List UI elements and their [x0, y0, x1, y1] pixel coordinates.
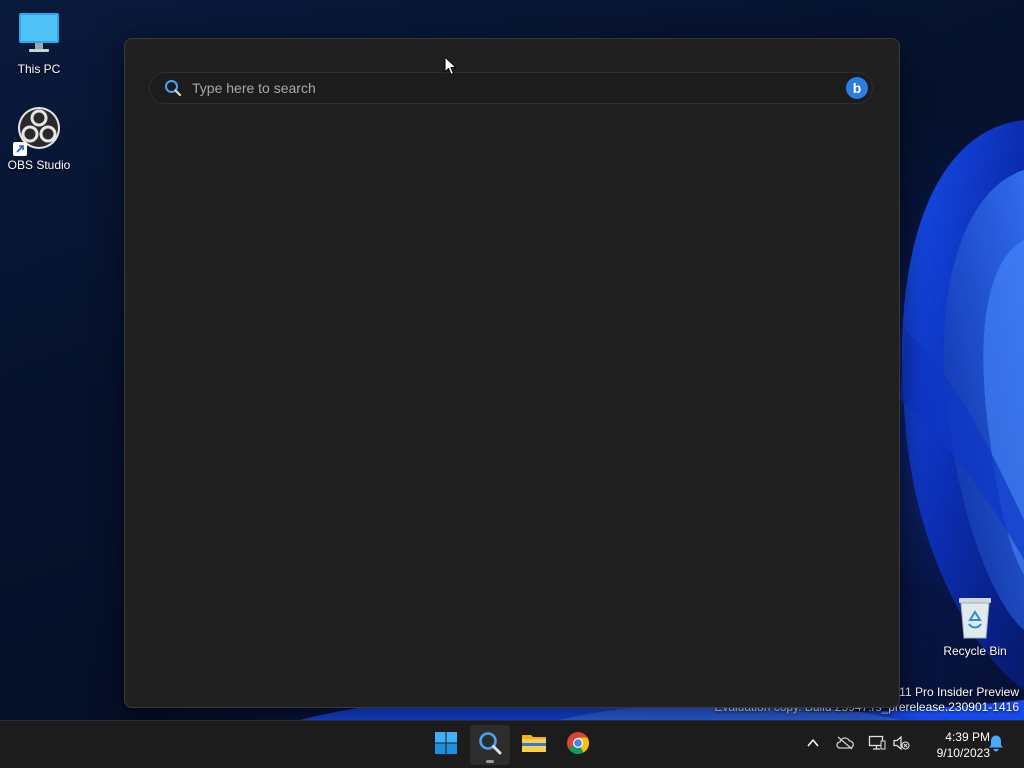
- desktop-icon-label: Recycle Bin: [943, 644, 1007, 658]
- shortcut-arrow-icon: [13, 142, 27, 156]
- network-icon: [868, 735, 886, 756]
- mouse-pointer-icon: [444, 55, 458, 76]
- cloud-offline-icon: [836, 736, 854, 755]
- chevron-up-icon: [806, 736, 820, 755]
- notifications-button[interactable]: [984, 733, 1008, 757]
- search-icon: [164, 79, 182, 97]
- folder-icon: [521, 731, 547, 760]
- active-indicator: [486, 760, 494, 763]
- taskbar: 4:39 PM 9/10/2023: [0, 720, 1024, 768]
- bing-chat-button[interactable]: b: [846, 77, 868, 99]
- obs-icon: [13, 106, 63, 156]
- file-explorer-button[interactable]: [514, 725, 554, 765]
- clock-time: 4:39 PM: [945, 730, 990, 744]
- desktop-icon-obs-studio[interactable]: OBS Studio: [1, 106, 77, 172]
- desktop-icon-label: This PC: [17, 62, 61, 76]
- desktop-icon-this-pc[interactable]: This PC: [1, 10, 77, 76]
- search-input[interactable]: [192, 73, 838, 103]
- onedrive-button[interactable]: [833, 733, 857, 757]
- clock-date: 9/10/2023: [936, 746, 990, 760]
- bing-icon: b: [852, 80, 862, 96]
- network-button[interactable]: [865, 733, 889, 757]
- search-box[interactable]: b: [149, 72, 873, 104]
- bell-icon: [988, 734, 1004, 757]
- volume-button[interactable]: [889, 733, 913, 757]
- clock[interactable]: 4:39 PM 9/10/2023: [918, 729, 990, 761]
- windows-logo-icon: [434, 731, 458, 760]
- chrome-button[interactable]: [558, 725, 598, 765]
- desktop-icon-recycle-bin[interactable]: Recycle Bin: [937, 596, 1013, 658]
- recycle-bin-icon: [955, 596, 995, 640]
- desktop-icon-label: OBS Studio: [7, 158, 71, 172]
- chrome-icon: [566, 731, 590, 760]
- show-hidden-icons-button[interactable]: [801, 733, 825, 757]
- taskbar-search-button[interactable]: [470, 725, 510, 765]
- search-flyout: b: [124, 38, 900, 708]
- start-button[interactable]: [426, 725, 466, 765]
- search-icon: [478, 731, 502, 760]
- computer-icon: [15, 10, 63, 58]
- volume-muted-icon: [892, 735, 910, 756]
